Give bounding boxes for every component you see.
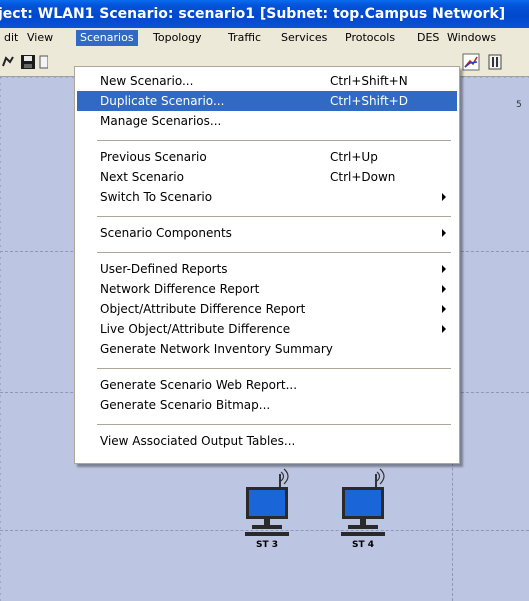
menu-separator xyxy=(97,252,451,253)
window-title: ject: WLAN1 Scenario: scenario1 [Subnet:… xyxy=(0,6,506,22)
menu-item-generate-scenario-web-report[interactable]: Generate Scenario Web Report... xyxy=(77,375,457,395)
node-st4[interactable]: ST 4 xyxy=(333,462,393,552)
wireless-workstation-icon xyxy=(341,468,385,536)
menu-separator xyxy=(97,140,451,141)
node-label: ST 3 xyxy=(255,540,279,550)
submenu-arrow-icon xyxy=(442,325,446,333)
menu-item-manage-scenarios[interactable]: Manage Scenarios... xyxy=(77,111,457,131)
graph-icon[interactable] xyxy=(462,53,480,71)
menu-protocols[interactable]: Protocols xyxy=(341,30,399,46)
menu-bar: dit View Scenarios Topology Traffic Serv… xyxy=(0,28,529,49)
menu-item-next-scenario[interactable]: Next Scenario Ctrl+Down xyxy=(77,167,457,187)
menu-item-duplicate-scenario[interactable]: Duplicate Scenario... Ctrl+Shift+D xyxy=(77,91,457,111)
menu-traffic[interactable]: Traffic xyxy=(224,30,265,46)
node-label: ST 4 xyxy=(351,540,375,550)
grid-coordinate: 5 xyxy=(516,100,522,110)
menu-item-switch-to-scenario[interactable]: Switch To Scenario xyxy=(77,187,457,207)
menu-separator xyxy=(97,368,451,369)
menu-services[interactable]: Services xyxy=(277,30,331,46)
menu-item-object-attribute-difference-report[interactable]: Object/Attribute Difference Report xyxy=(77,299,457,319)
menu-item-new-scenario[interactable]: New Scenario... Ctrl+Shift+N xyxy=(77,71,457,91)
menu-item-live-object-attribute-difference[interactable]: Live Object/Attribute Difference xyxy=(77,319,457,339)
menu-item-generate-scenario-bitmap[interactable]: Generate Scenario Bitmap... xyxy=(77,395,457,415)
menu-edit[interactable]: dit xyxy=(0,30,22,46)
save-icon[interactable] xyxy=(19,53,37,71)
menu-item-previous-scenario[interactable]: Previous Scenario Ctrl+Up xyxy=(77,147,457,167)
node-st3[interactable]: ST 3 xyxy=(237,462,297,552)
print-icon[interactable] xyxy=(38,53,48,71)
menu-separator xyxy=(97,216,451,217)
open-project-icon[interactable] xyxy=(1,53,19,71)
wireless-workstation-icon xyxy=(245,468,289,536)
window-title-bar[interactable]: ject: WLAN1 Scenario: scenario1 [Subnet:… xyxy=(0,0,529,28)
submenu-arrow-icon xyxy=(442,285,446,293)
submenu-arrow-icon xyxy=(442,193,446,201)
menu-item-user-defined-reports[interactable]: User-Defined Reports xyxy=(77,259,457,279)
menu-des[interactable]: DES xyxy=(413,30,443,46)
menu-separator xyxy=(97,424,451,425)
menu-item-view-associated-output-tables[interactable]: View Associated Output Tables... xyxy=(77,431,457,451)
menu-view[interactable]: View xyxy=(23,30,57,46)
menu-topology[interactable]: Topology xyxy=(149,30,206,46)
panel-icon[interactable] xyxy=(486,53,504,71)
submenu-arrow-icon xyxy=(442,229,446,237)
menu-item-generate-network-inventory-summary[interactable]: Generate Network Inventory Summary xyxy=(77,339,457,359)
menu-scenarios[interactable]: Scenarios xyxy=(76,30,138,46)
submenu-arrow-icon xyxy=(442,305,446,313)
menu-item-network-difference-report[interactable]: Network Difference Report xyxy=(77,279,457,299)
menu-item-scenario-components[interactable]: Scenario Components xyxy=(77,223,457,243)
menu-windows[interactable]: Windows xyxy=(443,30,500,46)
submenu-arrow-icon xyxy=(442,265,446,273)
scenarios-dropdown-menu: New Scenario... Ctrl+Shift+N Duplicate S… xyxy=(74,66,460,464)
